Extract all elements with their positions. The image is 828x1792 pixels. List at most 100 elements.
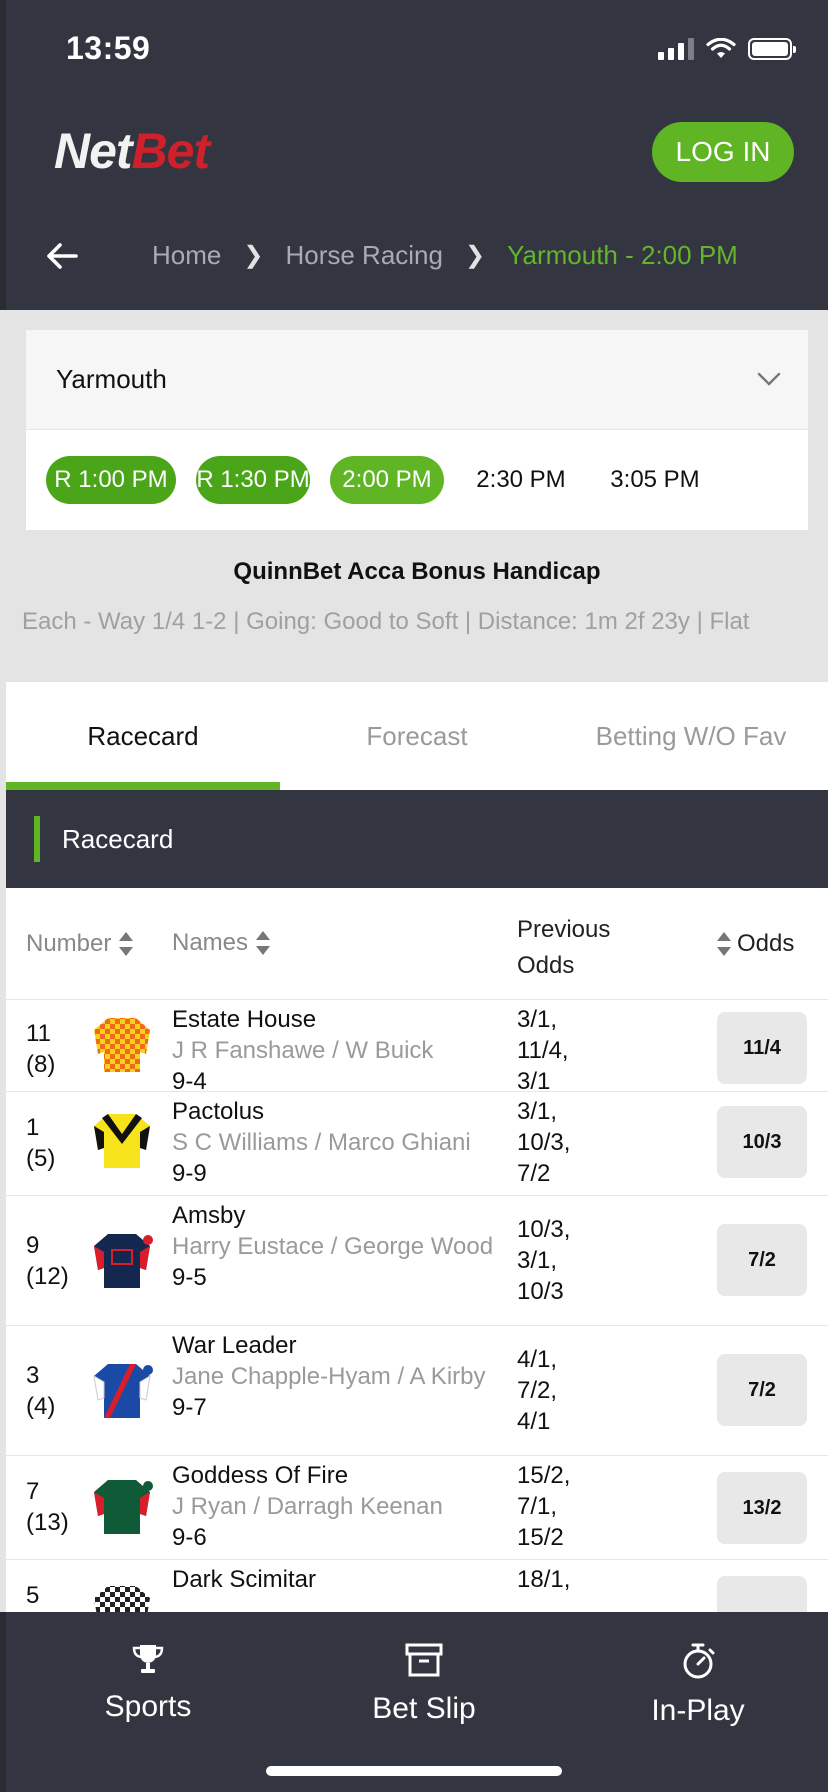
previous-odds: 3/1, 10/3, 7/2: [517, 1098, 571, 1187]
breadcrumb-current: Yarmouth - 2:00 PM: [507, 240, 738, 270]
jockey-silk-icon: [93, 1364, 153, 1418]
tab-racecard[interactable]: Racecard: [6, 682, 280, 790]
market-tabs: Racecard Forecast Betting W/O Fav: [6, 682, 828, 790]
runner-number: 9 (12): [26, 1232, 69, 1290]
breadcrumb-separator-icon: ❯: [464, 242, 486, 269]
stopwatch-icon: [683, 1643, 715, 1679]
sort-names-header[interactable]: Names: [172, 929, 271, 957]
previous-odds: 3/1, 11/4, 3/1: [517, 1006, 569, 1095]
table-row[interactable]: 9 (12) Amsby Harry Eustace / George Wood …: [6, 1196, 828, 1326]
nav-in-play[interactable]: In-Play: [598, 1642, 798, 1728]
sort-icon: [717, 932, 731, 956]
race-times-row: R 1:00 PM R 1:30 PM 2:00 PM 2:30 PM 3:05…: [26, 430, 808, 530]
jockey-silk-icon: [94, 1586, 150, 1612]
archive-box-icon: [405, 1643, 443, 1677]
runner-number: 1 (5): [26, 1114, 56, 1172]
venue-card: Yarmouth R 1:00 PM R 1:30 PM 2:00 PM 2:3…: [26, 330, 808, 530]
status-time: 13:59: [66, 30, 151, 66]
breadcrumb-horse-racing[interactable]: Horse Racing: [285, 240, 443, 271]
app-header: 13:59 NetBet LOG IN Home ❯ Horse Racing …: [0, 0, 828, 310]
table-row[interactable]: 11 (8) Estate House J R Fanshawe / W Buic…: [6, 1000, 828, 1095]
horse-name: Pactolus: [172, 1098, 265, 1125]
login-button[interactable]: LOG IN: [652, 122, 794, 182]
runner-weight: 9-6: [172, 1524, 207, 1551]
section-title: Racecard: [62, 823, 174, 854]
section-header: Racecard: [6, 790, 828, 888]
previous-odds: 18/1,: [517, 1566, 571, 1593]
trainer-jockey: J Ryan / Darragh Keenan: [172, 1493, 443, 1520]
back-arrow-icon[interactable]: [44, 238, 80, 274]
previous-odds: 10/3, 3/1, 10/3: [517, 1216, 571, 1305]
horse-name: Estate House: [172, 1006, 317, 1033]
wifi-icon: [706, 38, 736, 58]
table-row[interactable]: 1 (5) Pactolus S C Williams / Marco Ghian…: [6, 1092, 828, 1196]
sort-odds-header[interactable]: Odds: [717, 930, 794, 958]
table-row[interactable]: 3 (4) War Leader Jane Chapple-Hyam / A Ki…: [6, 1326, 828, 1456]
home-indicator: [266, 1766, 562, 1776]
runner-weight: 9-5: [172, 1264, 207, 1291]
race-meta: Each - Way 1/4 1-2 | Going: Good to Soft…: [22, 608, 750, 635]
trophy-icon: [132, 1645, 164, 1673]
runner-names: Estate House J R Fanshawe / W Buick 9-4: [172, 1004, 512, 1097]
odds-button[interactable]: 11/4: [717, 1012, 807, 1084]
nav-sports[interactable]: Sports: [48, 1642, 248, 1724]
bottom-nav: Sports Bet Slip In-Play: [0, 1612, 828, 1792]
nav-bet-slip[interactable]: Bet Slip: [324, 1642, 524, 1726]
venue-name: Yarmouth: [56, 364, 167, 394]
odds-button[interactable]: 7/2: [717, 1354, 807, 1426]
horse-name: Dark Scimitar: [172, 1566, 317, 1593]
runner-weight: 9-7: [172, 1394, 207, 1421]
venue-dropdown[interactable]: Yarmouth: [26, 330, 808, 430]
trainer-jockey: Jane Chapple-Hyam / A Kirby: [172, 1363, 486, 1390]
runner-names: Goddess Of Fire J Ryan / Darragh Keenan …: [172, 1460, 512, 1553]
odds-button[interactable]: [717, 1576, 807, 1612]
trainer-jockey: Harry Eustace / George Wood: [172, 1233, 494, 1260]
runner-number: 11 (8): [26, 1020, 56, 1078]
sort-number-header[interactable]: Number: [26, 930, 134, 958]
previous-odds-header: Previous Odds: [517, 916, 611, 979]
battery-icon: [748, 38, 796, 60]
breadcrumb: Home ❯ Horse Racing ❯ Yarmouth - 2:00 PM: [152, 240, 738, 271]
netbet-logo[interactable]: NetBet: [54, 122, 210, 180]
odds-button[interactable]: 10/3: [717, 1106, 807, 1178]
sort-icon: [256, 931, 271, 955]
runner-weight: 9-9: [172, 1160, 207, 1187]
status-icons: [658, 38, 796, 60]
runner-names: War Leader Jane Chapple-Hyam / A Kirby 9…: [172, 1330, 512, 1423]
trainer-jockey: S C Williams / Marco Ghiani: [172, 1129, 471, 1156]
runner-names: Pactolus S C Williams / Marco Ghiani 9-9: [172, 1096, 512, 1189]
breadcrumb-home[interactable]: Home: [152, 240, 221, 271]
horse-name: Goddess Of Fire: [172, 1462, 349, 1489]
jockey-silk-icon: [94, 1234, 153, 1288]
horse-name: Amsby: [172, 1202, 246, 1229]
jockey-silk-icon: [94, 1114, 150, 1168]
runner-number: 5: [26, 1582, 40, 1609]
trainer-jockey: J R Fanshawe / W Buick: [172, 1037, 434, 1064]
previous-odds: 4/1, 7/2, 4/1: [517, 1346, 558, 1435]
race-title: QuinnBet Acca Bonus Handicap: [233, 558, 601, 585]
race-time-pill[interactable]: 2:30 PM: [464, 456, 578, 504]
race-time-pill-selected[interactable]: 2:00 PM: [330, 456, 444, 504]
race-selector-area: Yarmouth R 1:00 PM R 1:30 PM 2:00 PM 2:3…: [6, 310, 828, 682]
runner-names: Dark Scimitar: [172, 1564, 512, 1595]
race-time-pill[interactable]: 3:05 PM: [598, 456, 712, 504]
horse-name: War Leader: [172, 1332, 297, 1359]
table-row[interactable]: 5 Dark Scimitar 18/1,: [6, 1560, 828, 1612]
racecard-table: Number Names Previous Odds Odds 11 (8) Es…: [6, 888, 828, 1612]
odds-button[interactable]: 7/2: [717, 1224, 807, 1296]
signal-icon: [658, 38, 694, 60]
runner-number: 3 (4): [26, 1362, 56, 1420]
runner-names: Amsby Harry Eustace / George Wood 9-5: [172, 1200, 512, 1293]
table-row[interactable]: 7 (13) Goddess Of Fire J Ryan / Darragh K…: [6, 1456, 828, 1560]
race-time-pill[interactable]: R 1:00 PM: [46, 456, 176, 504]
race-time-pill[interactable]: R 1:30 PM: [196, 456, 310, 504]
tab-betting-wo-fav[interactable]: Betting W/O Fav: [554, 682, 828, 790]
chevron-down-icon: [757, 372, 781, 386]
runner-number: 7 (13): [26, 1478, 69, 1536]
breadcrumb-separator-icon: ❯: [243, 242, 264, 269]
jockey-silk-icon: [94, 1480, 153, 1534]
tab-forecast[interactable]: Forecast: [280, 682, 554, 790]
jockey-silk-icon: [94, 1018, 150, 1072]
odds-button[interactable]: 13/2: [717, 1472, 807, 1544]
table-header: Number Names Previous Odds Odds: [6, 888, 828, 1000]
